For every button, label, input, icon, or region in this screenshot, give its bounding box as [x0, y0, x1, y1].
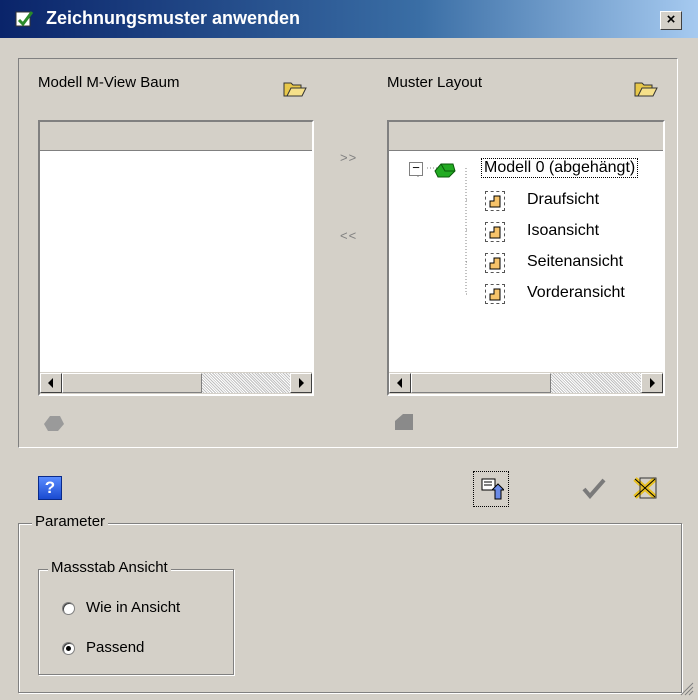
scale-group	[38, 569, 234, 675]
view-icon	[485, 253, 505, 273]
radio-button[interactable]	[62, 642, 75, 655]
scroll-left-button[interactable]	[40, 373, 62, 393]
tree-node-vorderansicht[interactable]: Vorderansicht	[527, 284, 625, 302]
tree-header	[40, 122, 312, 151]
model-icon-disabled	[44, 416, 64, 431]
remove-from-layout-button[interactable]: <<	[340, 228, 357, 243]
drawing-template-icon	[15, 11, 34, 27]
view-icon	[485, 191, 505, 211]
close-button[interactable]: ×	[660, 11, 682, 30]
radio-selected-dot	[66, 646, 71, 651]
open-folder-icon[interactable]	[283, 78, 307, 98]
close-icon: ×	[666, 11, 676, 28]
scroll-thumb[interactable]	[62, 373, 202, 393]
arrow-right-icon	[650, 378, 655, 388]
open-folder-icon[interactable]	[634, 78, 658, 98]
arrow-left-icon	[48, 378, 53, 388]
window-title: Zeichnungsmuster anwenden	[46, 8, 301, 28]
tree-node-isoansicht[interactable]: Isoansicht	[527, 222, 599, 240]
ok-checkmark-icon[interactable]	[582, 477, 606, 499]
help-icon: ?	[44, 478, 56, 497]
tree-header	[389, 122, 663, 151]
export-icon	[481, 478, 504, 500]
scroll-track[interactable]	[551, 373, 641, 393]
apply-pattern-button[interactable]	[473, 471, 509, 507]
right-hscrollbar[interactable]	[389, 372, 663, 394]
arrow-left-icon	[397, 378, 402, 388]
model-icon	[434, 163, 456, 178]
pattern-layout-tree[interactable]: − Modell 0 (abgehängt) Draufsicht Isoans…	[387, 120, 665, 396]
scale-group-label: Massstab Ansicht	[48, 559, 171, 576]
tree-node-seitenansicht[interactable]: Seitenansicht	[527, 253, 623, 271]
scroll-left-button[interactable]	[389, 373, 411, 393]
model-mview-tree[interactable]	[38, 120, 314, 396]
tree-node-draufsicht[interactable]: Draufsicht	[527, 191, 599, 209]
right-panel-label: Muster Layout	[387, 74, 483, 91]
radio-label: Passend	[86, 639, 145, 656]
radio-wie-in-ansicht[interactable]: Wie in Ansicht	[62, 599, 222, 619]
radio-label: Wie in Ansicht	[86, 599, 181, 616]
tree-root-node[interactable]: Modell 0 (abgehängt)	[481, 158, 639, 178]
left-hscrollbar[interactable]	[40, 372, 312, 394]
radio-button[interactable]	[62, 602, 75, 615]
scroll-right-button[interactable]	[641, 373, 663, 393]
layout-icon-disabled	[395, 414, 413, 430]
arrow-right-icon	[299, 378, 304, 388]
cancel-icon[interactable]	[632, 476, 658, 500]
help-button[interactable]: ?	[38, 476, 62, 500]
left-panel-label: Modell M-View Baum	[38, 74, 180, 91]
title-bar: Zeichnungsmuster anwenden ×	[0, 0, 698, 38]
view-icon	[485, 222, 505, 242]
scroll-track[interactable]	[202, 373, 290, 393]
collapse-icon: −	[412, 160, 420, 175]
scroll-right-button[interactable]	[290, 373, 312, 393]
resize-grip-icon[interactable]	[680, 682, 694, 696]
parameter-group-label: Parameter	[32, 513, 109, 530]
radio-passend[interactable]: Passend	[62, 639, 222, 659]
add-to-layout-button[interactable]: >>	[340, 150, 357, 165]
tree-expander[interactable]: −	[409, 160, 423, 176]
scroll-thumb[interactable]	[411, 373, 551, 393]
view-icon	[485, 284, 505, 304]
